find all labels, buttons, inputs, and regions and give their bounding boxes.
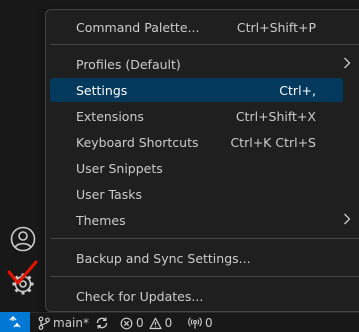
ports-count: 0 [205, 316, 213, 330]
chevron-right-icon [344, 57, 351, 69]
menu-item-keybinding: Ctrl+Shift+X [235, 108, 316, 124]
sync-icon [96, 317, 108, 329]
menu-item-keybinding: Ctrl+, [279, 82, 316, 98]
warning-count: 0 [164, 316, 173, 330]
menu-item-label: Backup and Sync Settings... [76, 250, 251, 266]
menu-item-user-snippets[interactable]: User Snippets [50, 156, 343, 180]
menu-item-profiles[interactable]: Profiles (Default) [50, 52, 351, 76]
activity-bar [0, 0, 46, 312]
menu-item-check-updates[interactable]: Check for Updates... [50, 284, 343, 308]
warning-icon [149, 317, 162, 329]
remote-button[interactable] [0, 312, 30, 332]
problems-indicator[interactable]: 0 0 [120, 314, 172, 332]
menu-item-label: Profiles (Default) [76, 56, 181, 72]
git-branch-icon [38, 316, 50, 330]
sync-button[interactable] [95, 314, 109, 332]
broadcast-icon [188, 317, 202, 329]
menu-item-keyboard-shortcuts[interactable]: Keyboard Shortcuts Ctrl+K Ctrl+S [50, 130, 343, 154]
menu-item-label: User Tasks [76, 186, 142, 202]
account-icon[interactable] [10, 226, 36, 252]
menu-item-label: Settings [76, 82, 128, 98]
menu-item-settings[interactable]: Settings Ctrl+, [50, 78, 343, 102]
remote-icon [9, 316, 21, 328]
error-icon [120, 317, 133, 329]
menu-item-themes[interactable]: Themes [50, 208, 351, 232]
red-checkmark [7, 260, 38, 285]
menu-item-label: Check for Updates... [76, 288, 204, 304]
status-bar: main* 0 0 0 [0, 312, 359, 332]
manage-menu: Command Palette... Ctrl+Shift+P Profiles… [45, 9, 359, 312]
menu-separator [50, 238, 359, 239]
menu-item-keybinding: Ctrl+Shift+P [236, 19, 316, 35]
menu-item-keybinding: Ctrl+K Ctrl+S [230, 134, 316, 150]
menu-item-label: Extensions [76, 108, 144, 124]
menu-item-backup-sync[interactable]: Backup and Sync Settings... [50, 246, 343, 270]
ports-indicator[interactable]: 0 [188, 314, 213, 332]
menu-item-command-palette[interactable]: Command Palette... Ctrl+Shift+P [50, 15, 343, 39]
menu-item-user-tasks[interactable]: User Tasks [50, 182, 343, 206]
chevron-right-icon [344, 213, 351, 225]
branch-name: main* [53, 316, 89, 330]
menu-item-label: User Snippets [76, 160, 163, 176]
menu-item-label: Keyboard Shortcuts [76, 134, 199, 150]
menu-item-label: Command Palette... [76, 19, 200, 35]
menu-separator [50, 276, 359, 277]
menu-item-extensions[interactable]: Extensions Ctrl+Shift+X [50, 104, 343, 128]
menu-separator [50, 44, 359, 45]
branch-indicator[interactable]: main* [38, 314, 89, 332]
error-count: 0 [136, 316, 144, 330]
menu-item-label: Themes [76, 212, 126, 228]
